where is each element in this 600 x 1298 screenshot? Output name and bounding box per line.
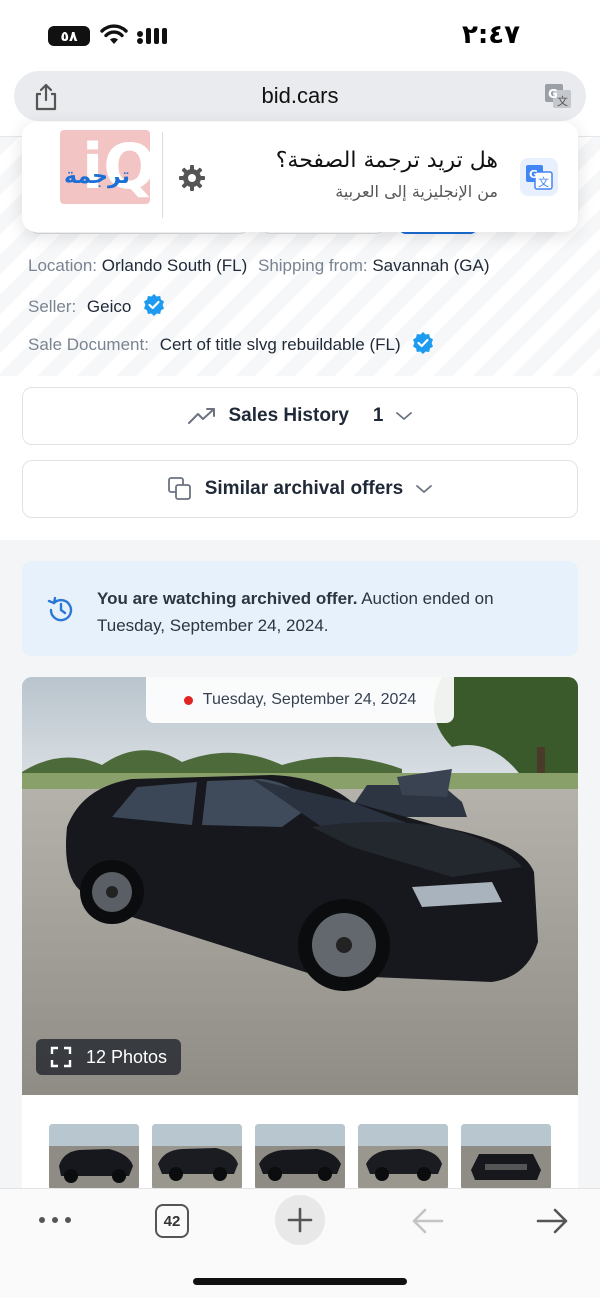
more-options-icon[interactable] — [38, 1209, 72, 1231]
translate-question: هل تريد ترجمة الصفحة؟ — [275, 148, 498, 173]
svg-text:G: G — [529, 168, 538, 181]
photo-thumbnail[interactable] — [49, 1124, 139, 1190]
plus-icon — [287, 1207, 313, 1233]
location-value: Orlando South (FL) — [101, 256, 248, 275]
separator — [162, 132, 163, 218]
chevron-down-icon — [416, 485, 433, 494]
logo-text: ترجمة — [64, 164, 130, 189]
archived-offer-notice: You are watching archived offer. Auction… — [22, 561, 578, 656]
sale-document-label: Sale Document: — [28, 335, 149, 354]
svg-text:文: 文 — [538, 175, 549, 189]
seller-label: Seller: — [28, 297, 77, 316]
seller-value: Geico — [86, 297, 132, 316]
photos-count: 12 Photos — [86, 1046, 168, 1067]
location-row: Location: Orlando South (FL) Shipping fr… — [28, 256, 490, 276]
car-photo[interactable] — [22, 677, 578, 1095]
battery-level: ٥٨ — [60, 27, 78, 44]
notice-bold: You are watching archived offer. — [97, 589, 358, 608]
new-tab-button[interactable] — [275, 1195, 325, 1245]
translate-languages: من الإنجليزية إلى العربية — [335, 182, 498, 201]
similar-offers-button[interactable]: Similar archival offers — [22, 460, 578, 518]
gear-icon[interactable] — [178, 164, 206, 192]
similar-offers-label: Similar archival offers — [204, 478, 404, 499]
address-bar[interactable]: bid.cars G 文 — [14, 71, 586, 121]
photo-thumbnail[interactable] — [255, 1124, 345, 1190]
sales-history-button[interactable]: Sales History 1 — [22, 387, 578, 445]
wifi-icon — [100, 24, 128, 44]
photo-thumbnail[interactable] — [358, 1124, 448, 1190]
tabs-button[interactable]: 42 — [155, 1204, 189, 1238]
svg-text:文: 文 — [557, 94, 568, 108]
translate-popup[interactable]: iQ ترجمة هل تريد ترجمة الصفحة؟ من الإنجل… — [22, 122, 578, 232]
shipping-value: Savannah (GA) — [372, 256, 490, 275]
view-all-photos-button[interactable]: 12 Photos — [36, 1039, 181, 1075]
clock: ٢:٤٧ — [461, 20, 520, 50]
status-bar: ٥٨ ٢:٤٧ — [0, 0, 600, 66]
notice-text: You are watching archived offer. Auction… — [97, 585, 497, 639]
trending-up-icon — [187, 408, 215, 424]
auction-date: Tuesday, September 24, 2024 — [202, 691, 417, 708]
chevron-down-icon — [396, 412, 413, 421]
copy-icon — [167, 477, 191, 500]
seller-row: Seller: Geico — [28, 293, 166, 317]
back-arrow-icon[interactable] — [410, 1206, 444, 1236]
history-icon — [47, 596, 73, 622]
car-photo-illustration — [22, 677, 578, 1095]
google-translate-icon[interactable]: G 文 — [520, 158, 558, 196]
photo-thumbnail[interactable] — [152, 1124, 242, 1190]
auction-date-chip: Tuesday, September 24, 2024 — [146, 677, 454, 723]
sale-document-value: Cert of title slvg rebuildable (FL) — [159, 335, 401, 354]
verified-check-icon — [413, 332, 434, 354]
verified-check-icon — [144, 294, 165, 316]
cellular-signal-icon — [137, 28, 167, 44]
location-label: Location: — [28, 256, 97, 275]
sales-history-label: Sales History — [228, 405, 349, 426]
translator-app-logo[interactable]: iQ ترجمة — [60, 130, 150, 204]
shipping-label: Shipping from: — [257, 256, 368, 275]
status-dot — [183, 695, 193, 705]
translate-icon[interactable]: G 文 — [544, 83, 572, 109]
sale-document-row: Sale Document: Cert of title slvg rebuil… — [28, 331, 435, 355]
fullscreen-icon — [50, 1046, 72, 1068]
photo-thumbnail[interactable] — [461, 1124, 551, 1190]
home-indicator[interactable] — [193, 1278, 407, 1285]
url-text[interactable]: bid.cars — [14, 83, 586, 109]
sales-history-count: 1 — [372, 405, 384, 426]
battery-icon: ٥٨ — [48, 26, 90, 46]
forward-arrow-icon[interactable] — [536, 1206, 570, 1236]
